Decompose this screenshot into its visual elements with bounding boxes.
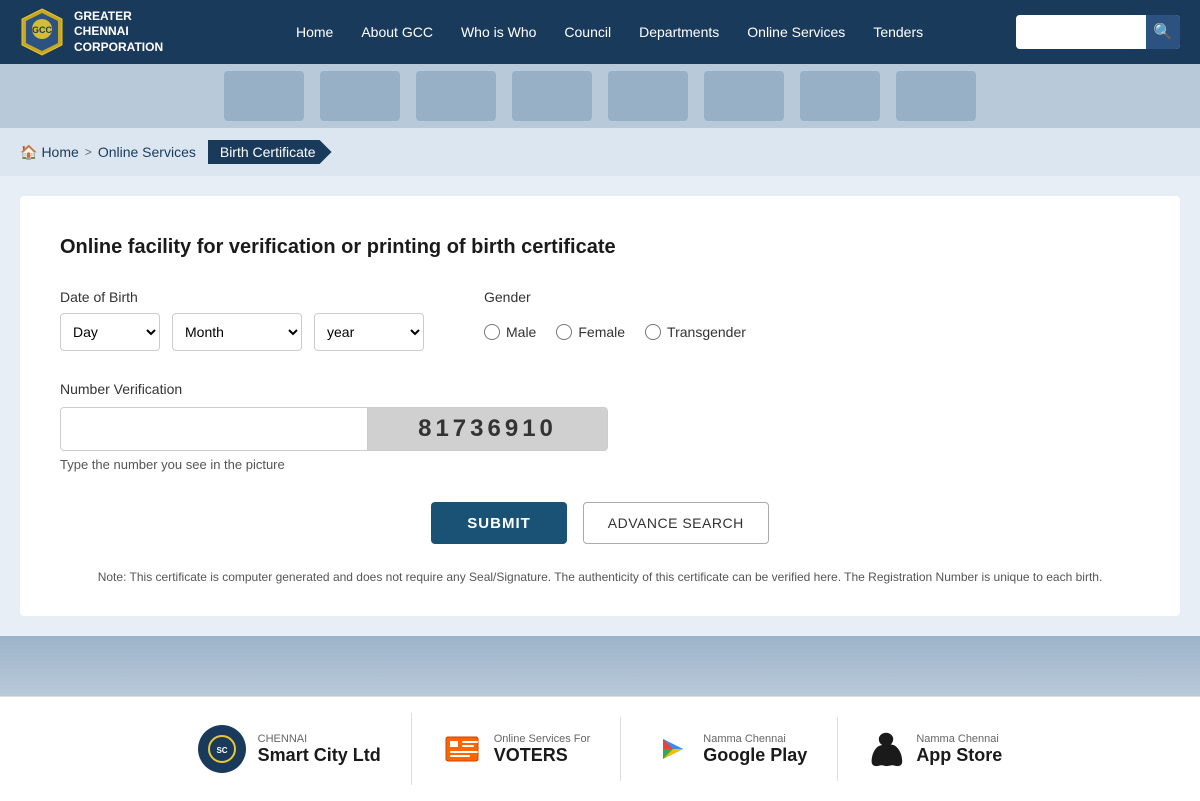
breadcrumb: 🏠 Home > Online Services Birth Certifica… bbox=[0, 128, 1200, 176]
dob-selects: Day 12345 678910 1112131415 1617181920 2… bbox=[60, 313, 424, 351]
gender-transgender-option[interactable]: Transgender bbox=[645, 324, 746, 340]
banner-thumb-5 bbox=[608, 71, 688, 121]
footer-bg bbox=[0, 636, 1200, 696]
app-store-label-small: Namma Chennai bbox=[916, 733, 1002, 745]
form-title: Online facility for verification or prin… bbox=[60, 236, 1140, 259]
svg-text:SC: SC bbox=[216, 746, 227, 755]
gender-male-radio[interactable] bbox=[484, 324, 500, 340]
buttons-row: SUBMIT ADVANCE SEARCH bbox=[60, 502, 1140, 544]
form-row-dob-gender: Date of Birth Day 12345 678910 111213141… bbox=[60, 289, 1140, 351]
gender-group: Gender Male Female Transgender bbox=[484, 289, 746, 351]
nav-council[interactable]: Council bbox=[564, 24, 611, 40]
verification-section: Number Verification 81736910 Type the nu… bbox=[60, 381, 1140, 472]
submit-button[interactable]: SUBMIT bbox=[431, 502, 567, 544]
voters-label-big: VOTERS bbox=[494, 745, 591, 766]
google-play-label-small: Namma Chennai bbox=[703, 733, 807, 745]
voters-label-small: Online Services For bbox=[494, 733, 591, 745]
verification-input[interactable] bbox=[61, 408, 367, 450]
banner-strip bbox=[0, 64, 1200, 128]
banner-thumb-4 bbox=[512, 71, 592, 121]
header: GCC GREATER CHENNAI CORPORATION Home Abo… bbox=[0, 0, 1200, 64]
voters-text: Online Services For VOTERS bbox=[494, 733, 591, 766]
gender-female-label: Female bbox=[578, 324, 625, 340]
smart-city-label-big: Smart City Ltd bbox=[258, 745, 381, 766]
app-store-label-big: App Store bbox=[916, 745, 1002, 766]
footer-voters[interactable]: Online Services For VOTERS bbox=[412, 717, 622, 781]
banner-thumb-7 bbox=[800, 71, 880, 121]
app-store-icon bbox=[868, 731, 904, 767]
home-icon: 🏠 bbox=[20, 144, 37, 161]
footer-app-store[interactable]: Namma Chennai App Store bbox=[838, 719, 1032, 779]
voters-icon bbox=[442, 729, 482, 769]
nav-online-services[interactable]: Online Services bbox=[747, 24, 845, 40]
banner-thumb-3 bbox=[416, 71, 496, 121]
gender-male-option[interactable]: Male bbox=[484, 324, 536, 340]
verification-inputs: 81736910 bbox=[60, 407, 608, 451]
dob-label: Date of Birth bbox=[60, 289, 424, 305]
dob-group: Date of Birth Day 12345 678910 111213141… bbox=[60, 289, 424, 351]
captcha-display: 81736910 bbox=[367, 408, 607, 450]
nav-tenders[interactable]: Tenders bbox=[873, 24, 923, 40]
footer-google-play[interactable]: Namma Chennai Google Play bbox=[621, 717, 838, 781]
gender-female-radio[interactable] bbox=[556, 324, 572, 340]
year-select[interactable]: year 2024202320222021 2020201920182017 2… bbox=[314, 313, 424, 351]
gender-male-label: Male bbox=[506, 324, 536, 340]
app-store-text: Namma Chennai App Store bbox=[916, 733, 1002, 766]
day-select[interactable]: Day 12345 678910 1112131415 1617181920 2… bbox=[60, 313, 160, 351]
verification-label: Number Verification bbox=[60, 381, 182, 397]
gender-label: Gender bbox=[484, 289, 746, 305]
gender-transgender-label: Transgender bbox=[667, 324, 746, 340]
search-input[interactable] bbox=[1016, 15, 1146, 49]
gender-transgender-radio[interactable] bbox=[645, 324, 661, 340]
breadcrumb-online-link[interactable]: Online Services bbox=[98, 144, 196, 160]
nav-about[interactable]: About GCC bbox=[361, 24, 433, 40]
gcc-logo: GCC bbox=[20, 7, 64, 57]
banner-thumb-1 bbox=[224, 71, 304, 121]
breadcrumb-home-link[interactable]: 🏠 Home bbox=[20, 144, 79, 161]
smart-city-label-small: CHENNAI bbox=[258, 733, 381, 745]
footer-smart-city[interactable]: SC CHENNAI Smart City Ltd bbox=[168, 713, 412, 785]
main-content: Online facility for verification or prin… bbox=[0, 176, 1200, 636]
form-card: Online facility for verification or prin… bbox=[20, 196, 1180, 616]
gender-female-option[interactable]: Female bbox=[556, 324, 625, 340]
nav-departments[interactable]: Departments bbox=[639, 24, 719, 40]
month-select[interactable]: Month JanuaryFebruaryMarch AprilMayJune … bbox=[172, 313, 302, 351]
logo-text: GREATER CHENNAI CORPORATION bbox=[74, 9, 163, 56]
logo-area: GCC GREATER CHENNAI CORPORATION bbox=[20, 7, 163, 57]
google-play-icon bbox=[651, 729, 691, 769]
breadcrumb-current: Birth Certificate bbox=[208, 140, 332, 164]
advance-search-button[interactable]: ADVANCE SEARCH bbox=[583, 502, 769, 544]
note-text: Note: This certificate is computer gener… bbox=[60, 568, 1140, 586]
smart-city-icon: SC bbox=[198, 725, 246, 773]
search-area: 🔍 bbox=[1016, 15, 1180, 49]
breadcrumb-separator-1: > bbox=[85, 145, 92, 159]
footer: SC CHENNAI Smart City Ltd Online Service… bbox=[0, 696, 1200, 801]
gender-options: Male Female Transgender bbox=[484, 313, 746, 351]
banner-thumb-8 bbox=[896, 71, 976, 121]
main-nav: Home About GCC Who is Who Council Depart… bbox=[203, 24, 1016, 40]
nav-who[interactable]: Who is Who bbox=[461, 24, 536, 40]
banner-thumb-6 bbox=[704, 71, 784, 121]
svg-text:GCC: GCC bbox=[32, 25, 53, 35]
search-button[interactable]: 🔍 bbox=[1146, 15, 1180, 49]
nav-home[interactable]: Home bbox=[296, 24, 333, 40]
banner-thumb-2 bbox=[320, 71, 400, 121]
smart-city-text: CHENNAI Smart City Ltd bbox=[258, 733, 381, 766]
google-play-label-big: Google Play bbox=[703, 745, 807, 766]
google-play-text: Namma Chennai Google Play bbox=[703, 733, 807, 766]
captcha-hint: Type the number you see in the picture bbox=[60, 457, 1140, 472]
